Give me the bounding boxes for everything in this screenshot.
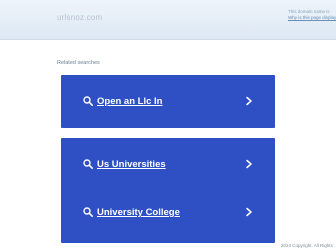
- search-result-button-1[interactable]: Open an Llc In: [61, 75, 275, 128]
- chevron-right-icon: [246, 159, 252, 169]
- domain-notice: This domain name is Why is this page dis…: [288, 9, 336, 21]
- notice-text: This domain name is: [288, 9, 330, 14]
- search-result-label: Open an Llc In: [97, 96, 163, 107]
- chevron-right-icon: [246, 207, 252, 217]
- search-result-button-3[interactable]: University College: [61, 177, 275, 243]
- search-icon: [83, 159, 93, 169]
- chevron-right-icon: [246, 96, 252, 106]
- related-searches-heading: Related searches: [57, 60, 100, 66]
- search-result-label: Us Universities: [97, 159, 166, 170]
- search-result-label: University College: [97, 207, 180, 218]
- domain-name[interactable]: urlsnoz.com: [57, 13, 102, 22]
- copyright-text: 2024 Copyright. All Rights: [281, 243, 333, 248]
- search-icon: [83, 96, 93, 106]
- why-displayed-link[interactable]: Why is this page displayed?: [288, 15, 336, 21]
- search-icon: [83, 207, 93, 217]
- header-bar: urlsnoz.com This domain name is Why is t…: [0, 0, 336, 40]
